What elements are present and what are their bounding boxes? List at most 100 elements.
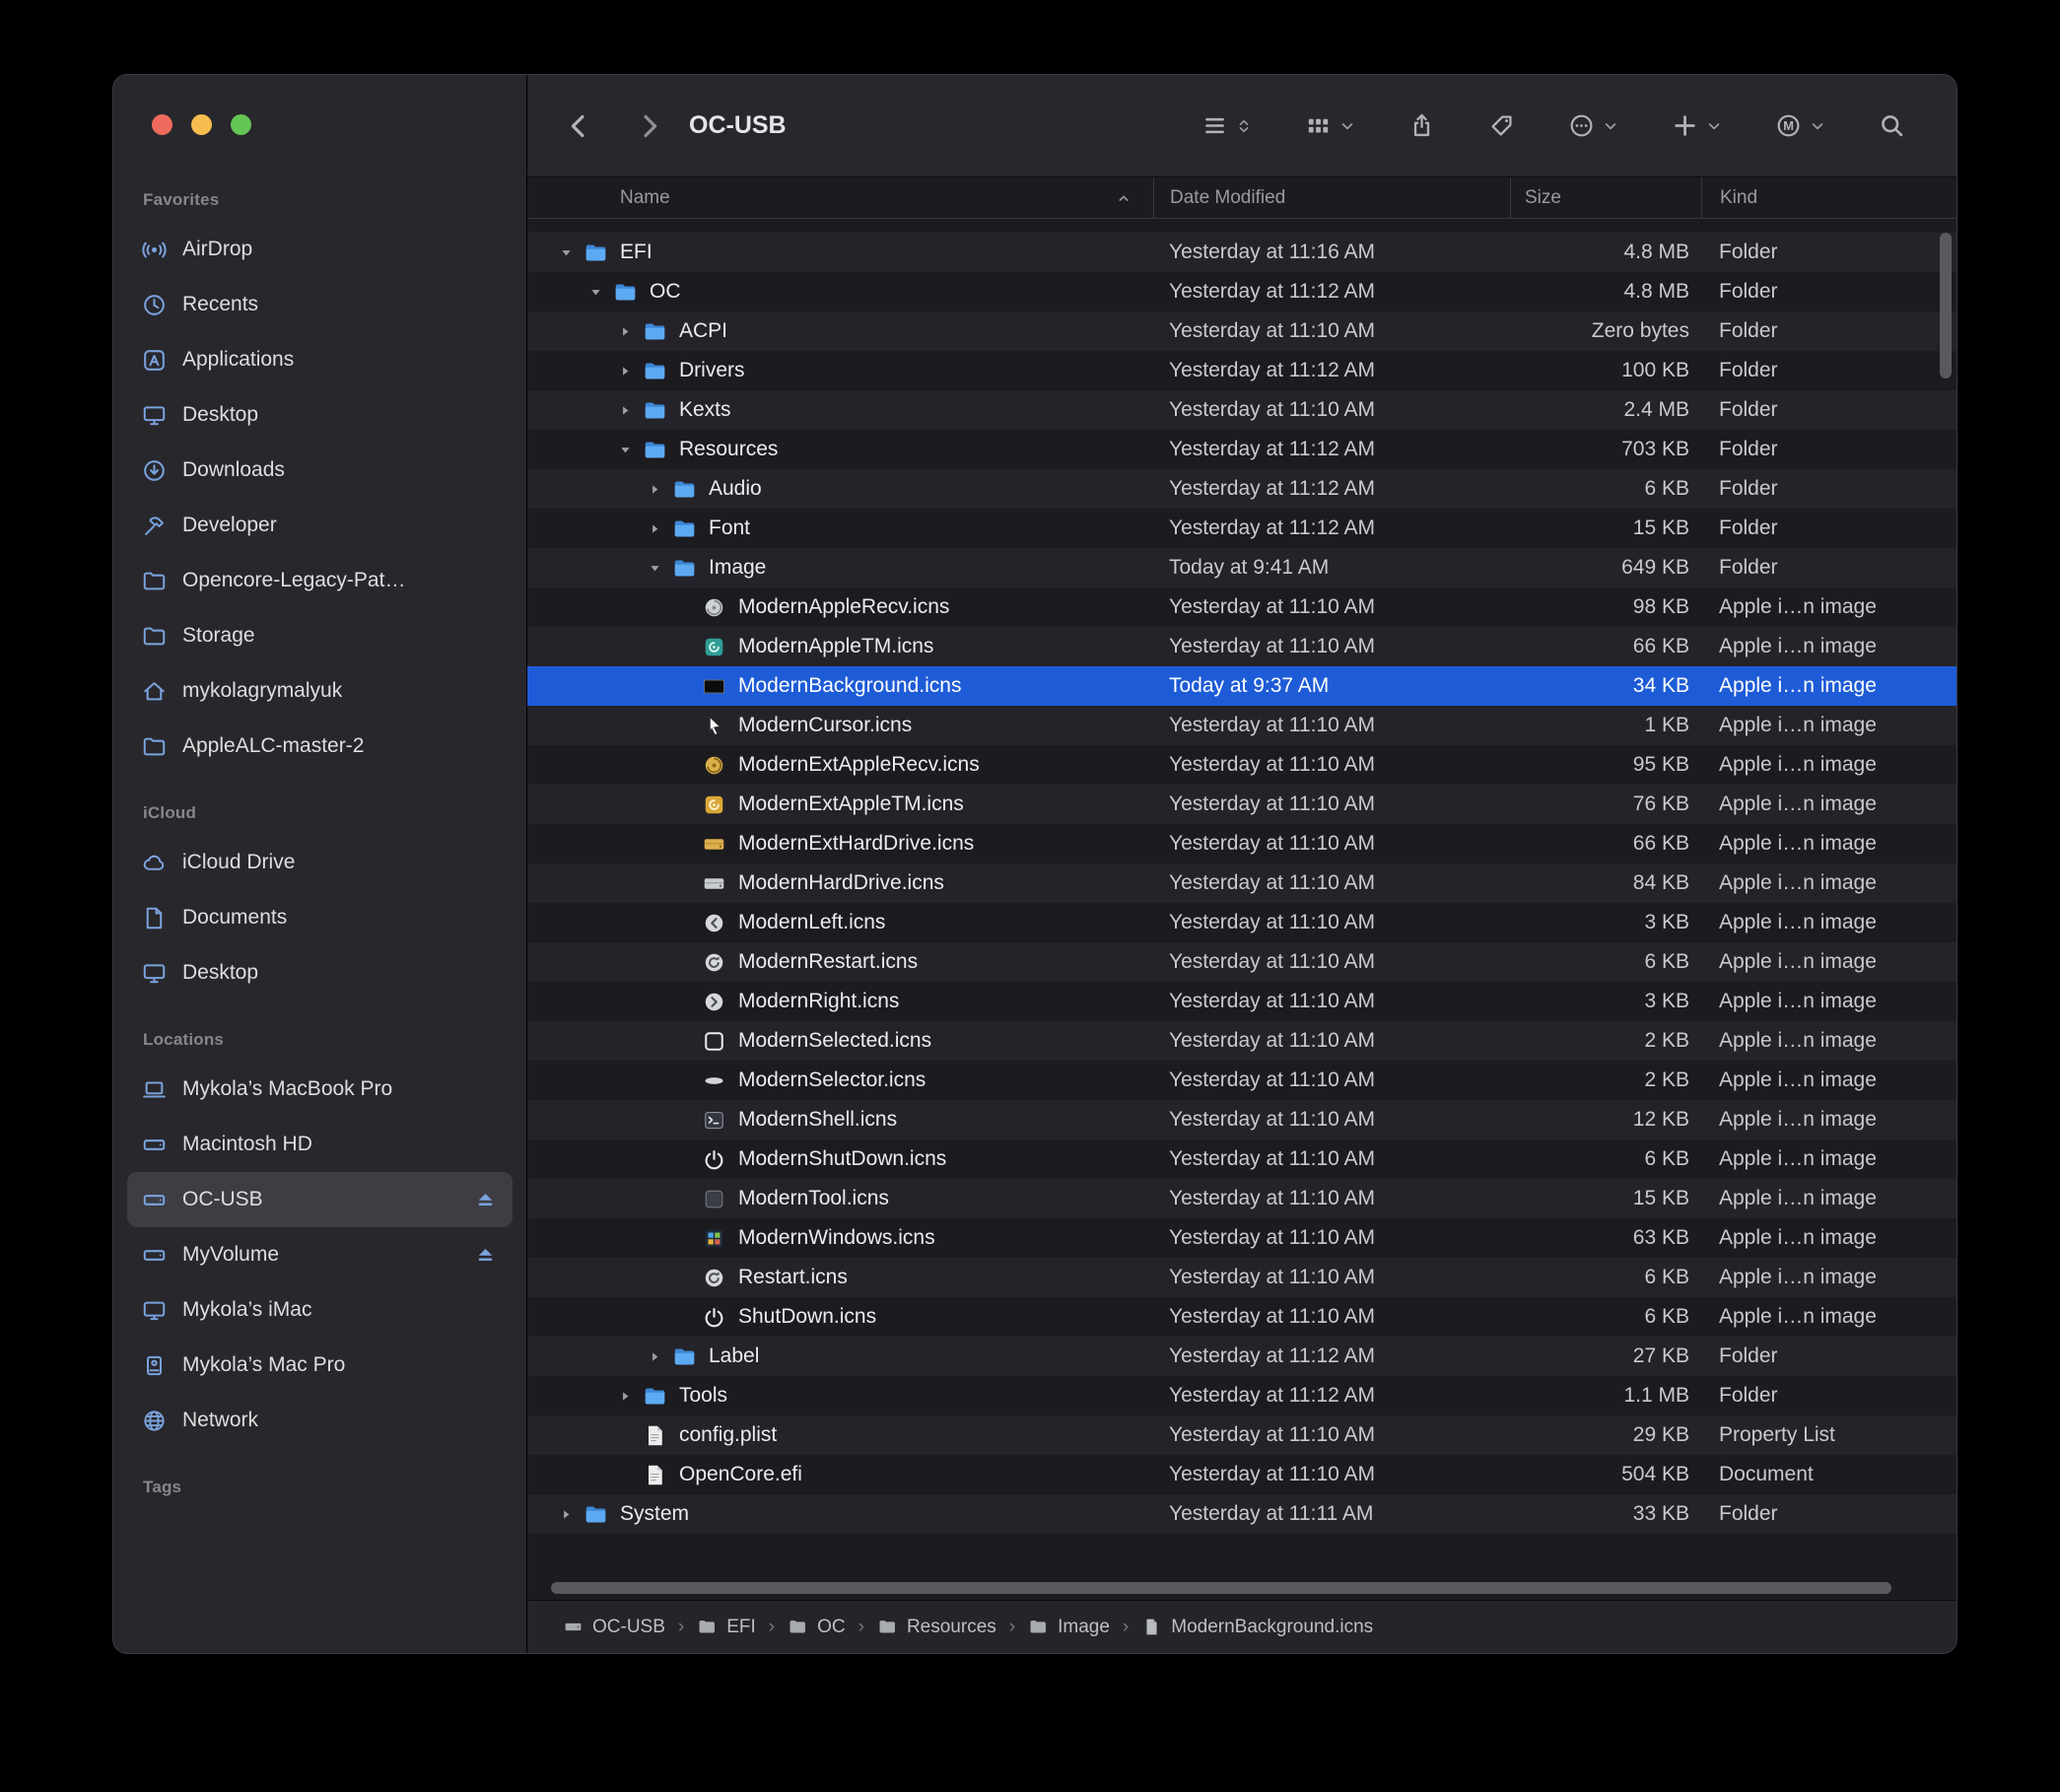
file-row[interactable]: ModernShutDown.icnsYesterday at 11:10 AM… bbox=[527, 1139, 1957, 1179]
file-row[interactable]: OCYesterday at 11:12 AM4.8 MBFolder bbox=[527, 272, 1957, 311]
file-row[interactable]: AudioYesterday at 11:12 AM6 KBFolder bbox=[527, 469, 1957, 509]
disclosure-collapsed-icon[interactable] bbox=[610, 1388, 640, 1404]
tags-button[interactable] bbox=[1488, 112, 1515, 139]
sidebar-item-opencore-legacy-pat[interactable]: Opencore-Legacy-Pat… bbox=[127, 553, 513, 608]
pathbar-item-oc-usb[interactable]: OC-USB bbox=[563, 1617, 665, 1638]
disclosure-expanded-icon[interactable] bbox=[581, 284, 610, 300]
sidebar-item-downloads[interactable]: Downloads bbox=[127, 443, 513, 498]
file-row[interactable]: FontYesterday at 11:12 AM15 KBFolder bbox=[527, 509, 1957, 548]
file-row[interactable]: ModernLeft.icnsYesterday at 11:10 AM3 KB… bbox=[527, 903, 1957, 942]
file-row[interactable]: ModernExtAppleTM.icnsYesterday at 11:10 … bbox=[527, 785, 1957, 824]
file-row[interactable]: ACPIYesterday at 11:10 AMZero bytesFolde… bbox=[527, 311, 1957, 351]
file-row[interactable]: LabelYesterday at 11:12 AM27 KBFolder bbox=[527, 1337, 1957, 1376]
file-row[interactable]: ModernTool.icnsYesterday at 11:10 AM15 K… bbox=[527, 1179, 1957, 1218]
file-size: 6 KB bbox=[1510, 1147, 1701, 1171]
column-header-kind[interactable]: Kind bbox=[1701, 177, 1957, 218]
sidebar-item-label: Desktop bbox=[182, 961, 258, 985]
forward-button[interactable] bbox=[636, 112, 663, 140]
file-row[interactable]: ModernCursor.icnsYesterday at 11:10 AM1 … bbox=[527, 706, 1957, 745]
minimize-button[interactable] bbox=[191, 114, 212, 135]
view-options-button[interactable] bbox=[1202, 112, 1252, 139]
file-row[interactable]: ModernShell.icnsYesterday at 11:10 AM12 … bbox=[527, 1100, 1957, 1139]
file-row[interactable]: Restart.icnsYesterday at 11:10 AM6 KBApp… bbox=[527, 1258, 1957, 1297]
sidebar-item-developer[interactable]: Developer bbox=[127, 498, 513, 553]
search-button[interactable] bbox=[1879, 112, 1905, 139]
file-row[interactable]: ModernHardDrive.icnsYesterday at 11:10 A… bbox=[527, 863, 1957, 903]
horizontal-scrollbar[interactable] bbox=[551, 1582, 1891, 1594]
disclosure-expanded-icon[interactable] bbox=[640, 560, 669, 576]
close-button[interactable] bbox=[152, 114, 172, 135]
sidebar-item-airdrop[interactable]: AirDrop bbox=[127, 222, 513, 277]
pathbar-item-image[interactable]: Image bbox=[1028, 1617, 1110, 1638]
disclosure-collapsed-icon[interactable] bbox=[640, 481, 669, 497]
sidebar-section-title: Locations bbox=[143, 1030, 526, 1050]
file-size: 504 KB bbox=[1510, 1463, 1701, 1486]
file-row[interactable]: SystemYesterday at 11:11 AM33 KBFolder bbox=[527, 1494, 1957, 1534]
group-view-icon bbox=[1305, 112, 1332, 139]
sidebar-item-applealc-master-2[interactable]: AppleALC-master-2 bbox=[127, 719, 513, 774]
file-row[interactable]: ModernAppleRecv.icnsYesterday at 11:10 A… bbox=[527, 587, 1957, 627]
file-row[interactable]: ModernExtHardDrive.icnsYesterday at 11:1… bbox=[527, 824, 1957, 863]
disclosure-collapsed-icon[interactable] bbox=[610, 323, 640, 339]
file-row[interactable]: ShutDown.icnsYesterday at 11:10 AM6 KBAp… bbox=[527, 1297, 1957, 1337]
sidebar-item-macintosh-hd[interactable]: Macintosh HD bbox=[127, 1117, 513, 1172]
sidebar-item-applications[interactable]: Applications bbox=[127, 332, 513, 387]
share-button[interactable] bbox=[1408, 112, 1435, 139]
file-row[interactable]: ModernBackground.icnsToday at 9:37 AM34 … bbox=[527, 666, 1957, 706]
sidebar-item-oc-usb[interactable]: OC-USB bbox=[127, 1172, 513, 1227]
disclosure-expanded-icon[interactable] bbox=[551, 244, 581, 260]
sidebar-item-documents[interactable]: Documents bbox=[127, 890, 513, 945]
file-row[interactable]: EFIYesterday at 11:16 AM4.8 MBFolder bbox=[527, 233, 1957, 272]
disclosure-collapsed-icon[interactable] bbox=[640, 1348, 669, 1364]
file-row[interactable]: ModernRestart.icnsYesterday at 11:10 AM6… bbox=[527, 942, 1957, 982]
file-row[interactable]: DriversYesterday at 11:12 AM100 KBFolder bbox=[527, 351, 1957, 390]
icns-recovery-gray-icon bbox=[699, 595, 728, 620]
sidebar-item-mykola-s-imac[interactable]: Mykola’s iMac bbox=[127, 1282, 513, 1338]
file-row[interactable]: ModernRight.icnsYesterday at 11:10 AM3 K… bbox=[527, 982, 1957, 1021]
sidebar-item-desktop[interactable]: Desktop bbox=[127, 945, 513, 1000]
file-row[interactable]: ResourcesYesterday at 11:12 AM703 KBFold… bbox=[527, 430, 1957, 469]
disclosure-collapsed-icon[interactable] bbox=[640, 520, 669, 536]
more-actions-button[interactable] bbox=[1568, 112, 1618, 139]
profile-button[interactable]: M bbox=[1775, 112, 1825, 139]
column-header-name[interactable]: Name bbox=[527, 177, 1153, 218]
file-row[interactable]: config.plistYesterday at 11:10 AM29 KBPr… bbox=[527, 1415, 1957, 1455]
pathbar-item-modernbackground-icns[interactable]: ModernBackground.icns bbox=[1141, 1617, 1373, 1638]
sidebar-item-mykola-s-mac-pro[interactable]: Mykola’s Mac Pro bbox=[127, 1338, 513, 1393]
sidebar-item-desktop[interactable]: Desktop bbox=[127, 387, 513, 443]
back-button[interactable] bbox=[565, 112, 592, 140]
file-row[interactable]: ImageToday at 9:41 AM649 KBFolder bbox=[527, 548, 1957, 587]
eject-icon[interactable] bbox=[472, 1187, 499, 1213]
file-row[interactable]: ModernExtAppleRecv.icnsYesterday at 11:1… bbox=[527, 745, 1957, 785]
file-row[interactable]: OpenCore.efiYesterday at 11:10 AM504 KBD… bbox=[527, 1455, 1957, 1494]
disclosure-collapsed-icon[interactable] bbox=[610, 363, 640, 379]
file-row[interactable]: KextsYesterday at 11:10 AM2.4 MBFolder bbox=[527, 390, 1957, 430]
sidebar-item-storage[interactable]: Storage bbox=[127, 608, 513, 663]
column-header-date-modified[interactable]: Date Modified bbox=[1153, 177, 1510, 218]
sidebar-item-network[interactable]: Network bbox=[127, 1393, 513, 1448]
disclosure-collapsed-icon[interactable] bbox=[610, 402, 640, 418]
file-row[interactable]: ModernSelector.icnsYesterday at 11:10 AM… bbox=[527, 1061, 1957, 1100]
pathbar-item-oc[interactable]: OC bbox=[788, 1617, 846, 1638]
disclosure-collapsed-icon[interactable] bbox=[551, 1506, 581, 1522]
sidebar-item-icloud-drive[interactable]: iCloud Drive bbox=[127, 835, 513, 890]
sidebar-item-myvolume[interactable]: MyVolume bbox=[127, 1227, 513, 1282]
pathbar-item-resources[interactable]: Resources bbox=[877, 1617, 996, 1638]
file-row[interactable]: ModernAppleTM.icnsYesterday at 11:10 AM6… bbox=[527, 627, 1957, 666]
file-name: OC bbox=[650, 280, 681, 304]
group-button[interactable] bbox=[1305, 112, 1355, 139]
disclosure-expanded-icon[interactable] bbox=[610, 442, 640, 457]
file-row[interactable]: ModernSelected.icnsYesterday at 11:10 AM… bbox=[527, 1021, 1957, 1061]
pathbar-item-efi[interactable]: EFI bbox=[697, 1617, 756, 1638]
add-button[interactable] bbox=[1672, 112, 1722, 139]
vertical-scrollbar[interactable] bbox=[1940, 233, 1952, 379]
file-row[interactable]: ModernWindows.icnsYesterday at 11:10 AM6… bbox=[527, 1218, 1957, 1258]
file-row[interactable]: ToolsYesterday at 11:12 AM1.1 MBFolder bbox=[527, 1376, 1957, 1415]
sidebar-item-mykola-s-macbook-pro[interactable]: Mykola’s MacBook Pro bbox=[127, 1062, 513, 1117]
zoom-button[interactable] bbox=[231, 114, 251, 135]
sidebar-item-recents[interactable]: Recents bbox=[127, 277, 513, 332]
file-date: Yesterday at 11:10 AM bbox=[1153, 398, 1510, 422]
sidebar-item-mykolagrymalyuk[interactable]: mykolagrymalyuk bbox=[127, 663, 513, 719]
column-header-size[interactable]: Size bbox=[1510, 177, 1701, 218]
eject-icon[interactable] bbox=[472, 1242, 499, 1269]
